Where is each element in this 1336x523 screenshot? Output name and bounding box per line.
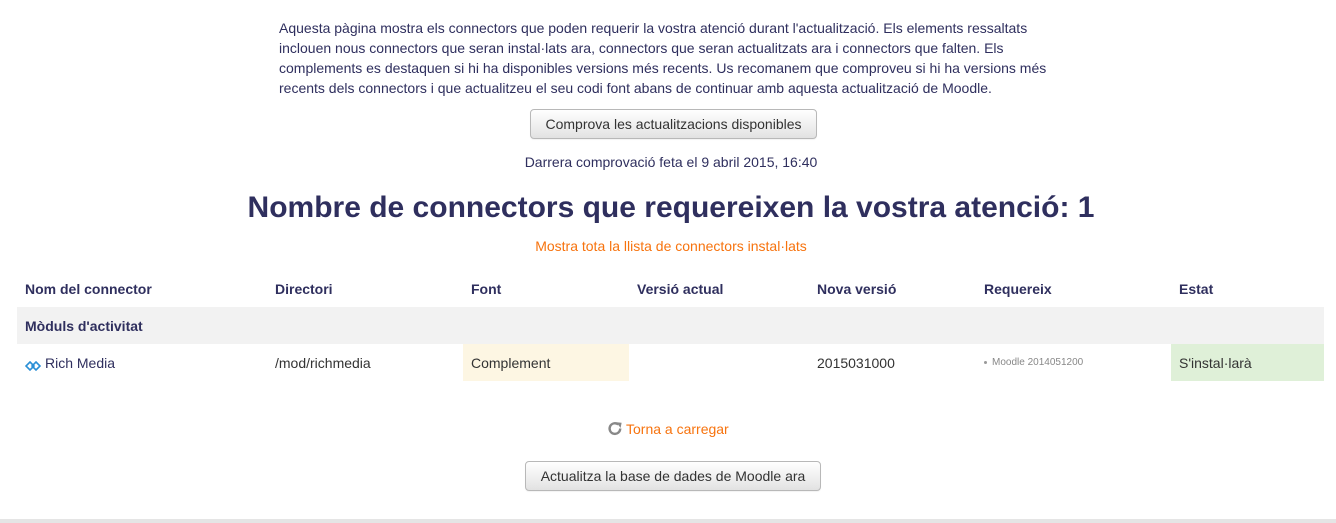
plugin-current-version <box>629 344 809 381</box>
header-requires: Requereix <box>984 280 1052 297</box>
reload-label: Torna a carregar <box>626 421 729 437</box>
plugins-table: Nom del connector Directori Font Versió … <box>17 270 1324 381</box>
plugin-requires-label: Moodle 2014051200 <box>992 357 1084 368</box>
header-name: Nom del connector <box>25 280 152 297</box>
group-label: Mòduls d'activitat <box>25 317 143 334</box>
table-header-row: Nom del connector Directori Font Versió … <box>17 270 1324 307</box>
reload-icon <box>607 421 623 437</box>
reload-link[interactable]: Torna a carregar <box>607 421 729 437</box>
header-current-version: Versió actual <box>637 280 724 297</box>
intro-text: Aquesta pàgina mostra els connectors que… <box>279 20 1047 96</box>
page-bottom-divider <box>0 519 1336 523</box>
plugin-new-version: 2015031000 <box>817 354 895 371</box>
check-updates-button[interactable]: Comprova les actualitzacions disponibles <box>530 109 817 139</box>
show-all-plugins-link[interactable]: Mostra tota la llista de connectors inst… <box>0 238 1336 254</box>
header-status: Estat <box>1179 280 1214 297</box>
plugin-directory: /mod/richmedia <box>275 354 371 371</box>
upgrade-database-button[interactable]: Actualitza la base de dades de Moodle ar… <box>525 461 821 491</box>
page-heading: Nombre de connectors que requereixen la … <box>247 191 1095 224</box>
plugin-name-label: Rich Media <box>45 354 116 371</box>
table-group-row: Mòduls d'activitat <box>17 307 1324 344</box>
header-new-version: Nova versió <box>817 280 897 297</box>
plugin-name-link[interactable]: Rich Media <box>24 354 116 371</box>
header-directory: Directori <box>275 280 333 297</box>
plugin-status: S'instal·larà <box>1171 344 1324 381</box>
header-source: Font <box>471 280 502 297</box>
plugin-name-cell: Rich Media <box>17 344 267 381</box>
table-row: Rich Media /mod/richmedia Complement 201… <box>17 344 1324 381</box>
plugin-requires: Moodle 2014051200 <box>976 344 1171 381</box>
plugin-source: Complement <box>463 344 629 381</box>
rich-media-icon <box>24 358 42 371</box>
bullet-icon <box>984 361 987 364</box>
last-check-text: Darrera comprovació feta el 9 abril 2015… <box>524 154 818 170</box>
